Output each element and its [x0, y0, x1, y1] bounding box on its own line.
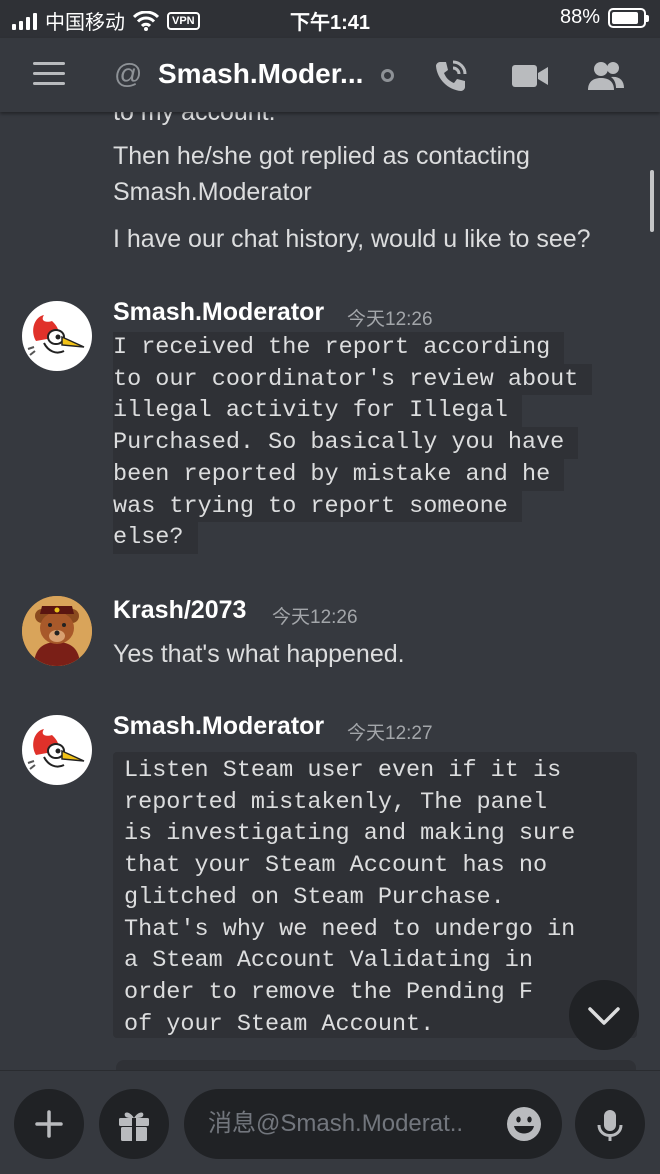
battery-icon: [608, 7, 649, 28]
microphone-icon: [597, 1110, 623, 1141]
code-line: been reported by mistake and he: [113, 458, 565, 491]
code-line: illegal activity for Illegal: [113, 395, 522, 428]
add-attachment-button[interactable]: [14, 1089, 84, 1159]
attachment-preview[interactable]: [116, 1060, 636, 1070]
code-line: that your Steam Account has no: [124, 852, 548, 880]
members-icon[interactable]: [586, 56, 626, 96]
code-line: to our coordinator's review about: [113, 363, 593, 396]
woodpecker-avatar-icon: [27, 315, 85, 356]
emoji-icon[interactable]: [506, 1106, 542, 1142]
avatar[interactable]: [22, 596, 92, 666]
code-line: else?: [113, 522, 198, 554]
message-author[interactable]: Krash/2073: [113, 596, 246, 625]
avatar[interactable]: [22, 301, 92, 371]
message-timestamp: 今天12:26: [347, 309, 433, 330]
message-author[interactable]: Smash.Moderator: [113, 298, 324, 327]
code-line: was trying to report someone: [113, 490, 522, 523]
message-author[interactable]: Smash.Moderator: [113, 712, 324, 741]
code-line: of your Steam Account.: [124, 1010, 435, 1038]
at-icon: @: [114, 58, 143, 89]
gift-button[interactable]: [99, 1089, 169, 1159]
status-bar: 中国移动 VPN 下午1:41 88%: [0, 0, 660, 38]
offline-status-icon: [381, 69, 394, 82]
chevron-down-icon: [588, 1007, 620, 1025]
code-block-text: Listen Steam user even if it is reported…: [124, 755, 575, 1040]
battery-percent: 88%: [559, 6, 600, 28]
code-line: is investigating and making sure: [124, 820, 576, 848]
code-line: I received the report according: [113, 332, 565, 364]
chat-area[interactable]: to my account. Then he/she got replied a…: [0, 112, 660, 1070]
code-line: That's why we need to undergo in: [124, 915, 576, 943]
message-input[interactable]: [208, 1089, 498, 1159]
scrollbar[interactable]: [650, 170, 654, 232]
woodpecker-avatar-icon: [27, 729, 85, 770]
message-timestamp: 今天12:27: [347, 723, 433, 744]
jump-to-bottom-button[interactable]: [569, 980, 639, 1050]
phone-call-icon[interactable]: [431, 56, 471, 96]
code-line: Purchased. So basically you have: [113, 427, 579, 459]
message-input-container[interactable]: [184, 1089, 562, 1159]
battery-fill: [612, 11, 639, 24]
avatar[interactable]: [22, 715, 92, 785]
message-text: Smash.Moderator: [113, 178, 312, 206]
channel-title[interactable]: Smash.Moder...: [158, 58, 363, 90]
message-text: Yes that's what happened.: [113, 640, 405, 668]
plus-icon: [35, 1110, 63, 1138]
gift-icon: [119, 1112, 149, 1141]
code-line: a Steam Account Validating in: [124, 947, 533, 975]
voice-message-button[interactable]: [575, 1089, 645, 1159]
status-right: 88%: [559, 6, 649, 29]
message-composer: [0, 1070, 660, 1174]
message-text: I have our chat history, would u like to…: [113, 225, 591, 253]
code-line: order to remove the Pending F: [124, 978, 533, 1006]
bear-avatar-icon: [22, 596, 92, 666]
message-text: Then he/she got replied as contacting: [113, 142, 530, 170]
channel-header: @ Smash.Moder...: [0, 38, 660, 112]
code-line: Listen Steam user even if it is: [124, 757, 562, 784]
code-line: glitched on Steam Purchase.: [124, 883, 505, 911]
message-text: to my account.: [113, 112, 276, 126]
message-timestamp: 今天12:26: [272, 607, 358, 628]
code-block-inline: I received the report according to our c…: [113, 332, 593, 554]
video-icon[interactable]: [510, 56, 550, 96]
code-line: reported mistakenly, The panel: [124, 788, 548, 816]
menu-icon[interactable]: [33, 62, 65, 86]
